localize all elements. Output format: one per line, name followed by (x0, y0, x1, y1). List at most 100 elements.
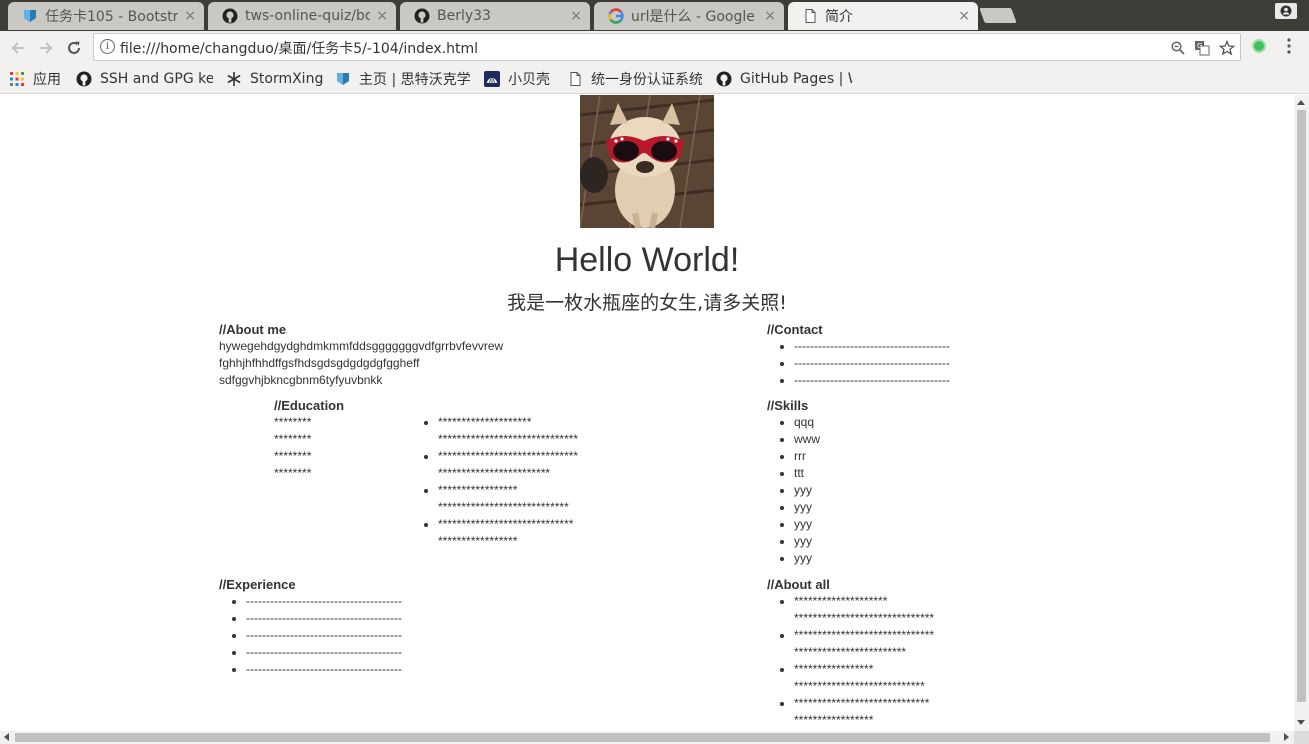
github-icon (222, 8, 238, 24)
scroll-down-icon[interactable] (1297, 720, 1305, 725)
bookmark-label: SSH and GPG key (100, 71, 213, 87)
scroll-right-icon[interactable] (1284, 733, 1289, 741)
list-item: rrr (794, 448, 820, 465)
horizontal-scroll-thumb[interactable] (15, 733, 1270, 742)
vertical-scroll-thumb[interactable] (1297, 110, 1306, 702)
list-item: --------------------------------------- (246, 610, 402, 627)
list-item: --------------------------------------- (794, 355, 950, 372)
list-item: --------------------------------------- (246, 644, 402, 661)
bookmark-xiaobeike[interactable]: 小贝壳 (484, 69, 550, 89)
bootstrap-icon (22, 8, 38, 24)
back-button[interactable] (6, 36, 30, 60)
education-details: ****************************************… (411, 414, 578, 550)
list-item: qqq (794, 414, 820, 431)
zoom-icon[interactable] (1169, 39, 1187, 57)
tab-title: url是什么 - Google (631, 9, 755, 25)
section-heading: //About me (219, 322, 287, 337)
skills-section: //Skills qqq www rrr ttt yyy yyy yyy yyy… (767, 397, 820, 567)
list-item: yyy (794, 482, 820, 499)
tab-tws-online-quiz[interactable]: tws-online-quiz/bo × (208, 2, 396, 30)
about-all-section: //About all ****************************… (767, 576, 934, 729)
tab-google-search[interactable]: url是什么 - Google × (594, 2, 784, 30)
tab-jianjie[interactable]: 简介 × (788, 2, 978, 30)
page-icon (567, 71, 583, 87)
shell-icon (484, 71, 500, 87)
bootstrap-icon (335, 71, 351, 87)
browser-toolbar: i file:///home/changduo/桌面/任务卡5/-104/ind… (0, 31, 1309, 64)
more-vert-icon (1287, 38, 1291, 54)
back-arrow-icon (11, 42, 24, 54)
close-icon[interactable]: × (570, 8, 582, 24)
star-icon[interactable] (1218, 39, 1236, 57)
close-icon[interactable]: × (764, 8, 776, 24)
about-all-list: ****************************************… (767, 593, 934, 729)
github-icon (414, 8, 430, 24)
bookmark-stormxing[interactable]: StormXing (226, 69, 323, 89)
forward-button[interactable] (34, 36, 58, 60)
list-item: --------------------------------------- (794, 372, 950, 389)
section-heading: //Experience (219, 577, 296, 592)
about-me-section: //About me hywegehdgydghdmkmmfddsggggggg… (219, 321, 503, 389)
horizontal-scrollbar[interactable] (0, 731, 1294, 744)
bookmark-label: GitHub Pages | W (740, 71, 852, 87)
bookmark-thoughtworks[interactable]: 主页 | 思特沃克学 (335, 69, 471, 89)
github-icon (716, 71, 732, 87)
list-item: yyy (794, 550, 820, 567)
page-title: Hello World! (554, 241, 740, 279)
tab-berly33[interactable]: Berly33 × (400, 2, 590, 30)
scroll-up-icon[interactable] (1297, 100, 1305, 105)
page-icon (802, 8, 818, 24)
contact-section: //Contact ------------------------------… (767, 321, 950, 389)
tab-title: Berly33 (437, 8, 491, 24)
url-text[interactable]: file:///home/changduo/桌面/任务卡5/-104/index… (120, 38, 478, 58)
section-heading: //Contact (767, 322, 823, 337)
list-item: yyy (794, 516, 820, 533)
bookmark-github-pages[interactable]: GitHub Pages | W (716, 69, 852, 89)
apps-grid-icon (9, 71, 25, 87)
education-year: ******** (274, 415, 312, 429)
bookmark-ssh-gpg[interactable]: SSH and GPG key (76, 69, 213, 89)
section-heading: //Skills (767, 398, 809, 413)
scrollbar-corner (1294, 731, 1309, 744)
translate-icon[interactable]: G (1193, 39, 1211, 57)
vertical-scrollbar[interactable] (1294, 95, 1309, 731)
reload-button[interactable] (62, 36, 86, 60)
list-item: www (794, 431, 820, 448)
new-tab-button[interactable] (979, 8, 1017, 23)
list-item: yyy (794, 533, 820, 550)
list-item: ****************************************… (438, 482, 578, 516)
address-bar[interactable]: i file:///home/changduo/桌面/任务卡5/-104/ind… (93, 33, 1241, 61)
tab-bootstrap[interactable]: 任务卡105 - Bootstr × (8, 2, 204, 30)
bookmark-label: 主页 | 思特沃克学 (359, 72, 471, 88)
info-icon[interactable]: i (100, 39, 115, 54)
bookmark-label: 应用 (33, 72, 61, 88)
list-item: ****************************************… (794, 661, 934, 695)
bookmark-label: StormXing (250, 71, 324, 87)
extension-icon[interactable] (1252, 39, 1266, 53)
bookmark-apps[interactable]: 应用 (9, 69, 61, 89)
bookmark-auth-system[interactable]: 统一身份认证系统 (567, 69, 702, 89)
list-item: --------------------------------------- (246, 627, 402, 644)
tab-strip: 任务卡105 - Bootstr × tws-online-quiz/bo × … (0, 0, 1309, 31)
profile-button[interactable] (1275, 3, 1297, 19)
list-item: ****************************************… (438, 414, 578, 448)
education-year: ******** (274, 466, 312, 480)
close-icon[interactable]: × (376, 8, 388, 24)
google-icon (608, 8, 624, 24)
section-heading: //Education (274, 398, 345, 413)
list-item: --------------------------------------- (246, 661, 402, 678)
education-year: ******** (274, 432, 312, 446)
close-icon[interactable]: × (958, 8, 970, 24)
experience-section: //Experience ---------------------------… (219, 576, 402, 678)
menu-button[interactable] (1282, 38, 1296, 58)
page-viewport: Hello World! 我是一枚水瓶座的女生,请多关照! //About me… (0, 95, 1294, 731)
education-section: //Education ******** ******** ******** *… (274, 397, 344, 482)
list-item: ****************************************… (438, 516, 578, 550)
page-subtitle: 我是一枚水瓶座的女生,请多关照! (507, 292, 787, 314)
scroll-left-icon[interactable] (4, 733, 9, 741)
education-list: ****************************************… (411, 414, 578, 550)
about-me-line: fghhjhfhhdffgsfhdsgdsgdgdgdgfggheff (219, 356, 420, 370)
skills-list: qqq www rrr ttt yyy yyy yyy yyy yyy (767, 414, 820, 567)
tab-title: 简介 (825, 9, 853, 25)
close-icon[interactable]: × (184, 8, 196, 24)
